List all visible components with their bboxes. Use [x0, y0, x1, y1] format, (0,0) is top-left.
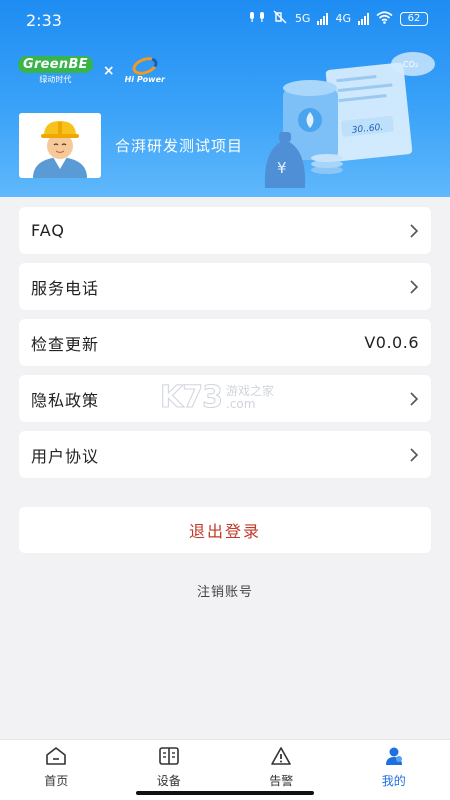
menu-item-label: 用户协议 — [31, 446, 100, 466]
menu-item-label: 服务电话 — [31, 278, 100, 298]
hipower-logo: Hi Power — [125, 53, 165, 84]
logout-button[interactable]: 退出登录 — [19, 507, 431, 553]
watermark-line1: 游戏之家 — [226, 383, 275, 398]
user-icon — [385, 747, 402, 765]
wifi-icon — [376, 10, 393, 27]
profile-header: 2:33 5G 4G 62 GreenBE 绿动时代 × Hi Power 30… — [0, 0, 450, 197]
tab-label: 首页 — [44, 774, 69, 788]
settings-menu: FAQ 服务电话 检查更新 V0.0.6 隐私政策 用户协议 — [19, 207, 431, 487]
tab-label: 我的 — [381, 774, 406, 788]
menu-item-label: FAQ — [31, 221, 65, 240]
tab-home[interactable]: 首页 — [0, 740, 113, 800]
svg-text:¥: ¥ — [277, 159, 287, 177]
brand-row: GreenBE 绿动时代 × Hi Power — [18, 53, 165, 85]
status-bar: 2:33 5G 4G 62 — [0, 0, 450, 40]
warning-icon — [271, 747, 292, 765]
chevron-right-icon — [410, 223, 419, 238]
mute-icon — [272, 10, 288, 27]
signal-icon — [358, 12, 369, 25]
tab-label: 告警 — [269, 774, 294, 788]
energy-illustration: 30..60. CO₂ ¥ — [264, 52, 435, 188]
status-icons: 5G 4G 62 — [249, 10, 428, 27]
menu-item-service-phone[interactable]: 服务电话 — [19, 263, 431, 310]
k73-watermark: K73 游戏之家 .com — [160, 380, 275, 416]
menu-item-faq[interactable]: FAQ — [19, 207, 431, 254]
tab-label: 设备 — [156, 774, 181, 788]
menu-item-user-agreement[interactable]: 用户协议 — [19, 431, 431, 478]
project-name: 合湃研发测试项目 — [115, 137, 244, 155]
greenbe-logo: GreenBE 绿动时代 — [18, 56, 93, 85]
cancel-account-link[interactable]: 注销账号 — [0, 581, 450, 600]
brand-separator: × — [102, 62, 115, 79]
signal-icon — [317, 12, 329, 25]
tab-mine[interactable]: 我的 — [338, 740, 450, 800]
chevron-right-icon — [410, 279, 419, 294]
device-icon — [158, 747, 179, 765]
home-icon — [46, 747, 67, 765]
net-4g-label: 4G — [335, 12, 351, 25]
version-value: V0.0.6 — [364, 333, 419, 352]
menu-item-label: 检查更新 — [31, 334, 100, 354]
earbuds-icon — [249, 11, 265, 26]
chevron-right-icon — [410, 447, 419, 462]
home-indicator[interactable] — [136, 791, 314, 795]
status-time: 2:33 — [26, 11, 62, 30]
watermark-line2: .com — [226, 396, 256, 411]
menu-item-check-update[interactable]: 检查更新 V0.0.6 — [19, 319, 431, 366]
chevron-right-icon — [410, 391, 419, 406]
worker-avatar-icon — [19, 113, 101, 178]
co2-label: CO₂ — [403, 60, 418, 69]
net-5g-label: 5G — [294, 12, 311, 25]
menu-item-label: 隐私政策 — [31, 390, 100, 410]
watermark-main: K73 — [160, 380, 224, 416]
battery-icon: 62 — [400, 11, 428, 26]
avatar[interactable] — [19, 113, 101, 178]
